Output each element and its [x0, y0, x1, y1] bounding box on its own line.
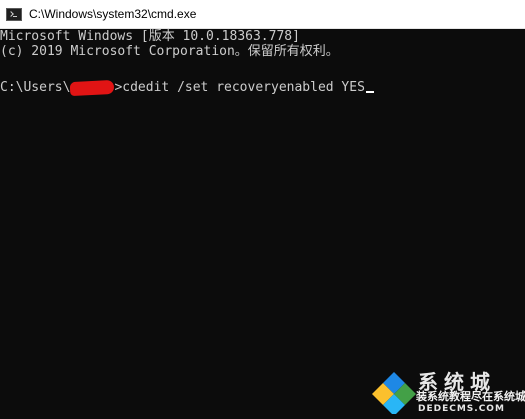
console-output[interactable]: Microsoft Windows [版本 10.0.18363.778] (c…: [0, 29, 525, 419]
window-title: C:\Windows\system32\cmd.exe: [29, 7, 197, 21]
banner-line-1: Microsoft Windows [版本 10.0.18363.778]: [0, 29, 300, 44]
text-cursor: [365, 91, 374, 93]
banner-line-2: (c) 2019 Microsoft Corporation。保留所有权利。: [0, 44, 339, 59]
prompt-prefix: C:\Users\: [0, 80, 71, 95]
command-line[interactable]: C:\Users\ > cdedit /set recoveryenabled YE…: [0, 79, 374, 96]
title-bar[interactable]: C:\Windows\system32\cmd.exe: [0, 0, 525, 29]
prompt-suffix: >: [114, 80, 123, 95]
command-text: cdedit /set recoveryenabled YES: [122, 80, 365, 95]
redacted-username: [70, 79, 115, 96]
cmd-window: C:\Windows\system32\cmd.exe Microsoft Wi…: [0, 0, 525, 419]
cmd-icon: [6, 7, 22, 21]
